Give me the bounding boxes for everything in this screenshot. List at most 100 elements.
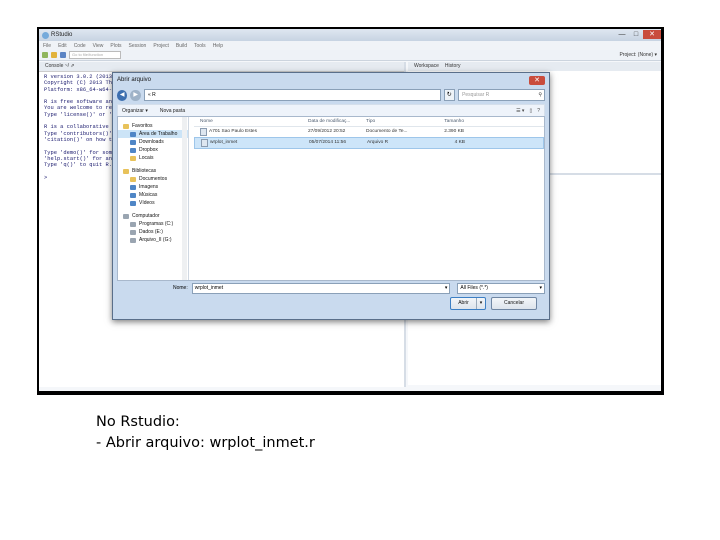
new-file-icon[interactable] bbox=[42, 52, 48, 58]
menu-tools[interactable]: Tools bbox=[194, 43, 206, 49]
computer-icon bbox=[123, 213, 129, 219]
new-folder-button[interactable]: Nova pasta bbox=[160, 108, 185, 114]
path-field[interactable]: « R bbox=[143, 89, 441, 101]
menu-edit[interactable]: Edit bbox=[58, 43, 67, 49]
file-type-value: All Files (*.*) bbox=[460, 284, 488, 291]
column-type[interactable]: Tipo bbox=[366, 117, 430, 126]
nav-music[interactable]: Músicas bbox=[118, 191, 188, 199]
column-date[interactable]: Data de modificaç... bbox=[308, 117, 366, 126]
nav-computer[interactable]: Computador bbox=[118, 212, 188, 220]
filename-label: Nome: bbox=[173, 285, 188, 291]
cancel-button[interactable]: Cancelar bbox=[491, 297, 537, 310]
rstudio-title: RStudio bbox=[51, 32, 73, 38]
nav-drive-c[interactable]: Programas (C:) bbox=[118, 220, 188, 228]
main-toolbar: Go to file/function Project: (None) ▾ bbox=[39, 50, 661, 61]
file-type-select[interactable]: All Files (*.*) ▾ bbox=[457, 282, 545, 294]
workspace-tabs: Workspace History bbox=[408, 62, 661, 71]
filename-input[interactable]: wrplot_inmet ▾ bbox=[191, 282, 451, 294]
chevron-down-icon: ▾ bbox=[539, 284, 542, 291]
menu-code[interactable]: Code bbox=[74, 43, 86, 49]
chevron-down-icon[interactable]: ▾ bbox=[445, 284, 448, 293]
close-window-button[interactable]: ✕ bbox=[643, 30, 661, 39]
videos-icon bbox=[130, 200, 136, 206]
file-type: Arquivo R bbox=[367, 140, 389, 145]
view-controls: ☰ ▾ ▯ ? bbox=[516, 108, 540, 114]
downloads-icon bbox=[130, 139, 136, 145]
forward-arrow-icon[interactable]: ▶ bbox=[130, 89, 141, 101]
dialog-buttons: Abrir ▾ Cancelar bbox=[450, 297, 537, 310]
save-icon[interactable] bbox=[60, 52, 66, 58]
drive-icon bbox=[130, 221, 136, 227]
nav-dropbox[interactable]: Dropbox bbox=[118, 146, 188, 154]
nav-downloads[interactable]: Downloads bbox=[118, 138, 188, 146]
goto-file-input[interactable]: Go to file/function bbox=[69, 51, 121, 59]
project-menu[interactable]: Project: (None) ▾ bbox=[619, 52, 657, 58]
menu-build[interactable]: Build bbox=[176, 43, 187, 49]
search-icon: ⚲ bbox=[538, 92, 542, 98]
music-icon bbox=[130, 192, 136, 198]
caption-line-1: No Rstudio: bbox=[96, 414, 180, 430]
drive-icon bbox=[130, 237, 136, 243]
tab-workspace[interactable]: Workspace bbox=[414, 62, 439, 71]
nav-favorites[interactable]: Favoritos bbox=[118, 122, 188, 130]
filename-value: wrplot_inmet bbox=[194, 284, 224, 291]
preview-pane-icon[interactable]: ▯ bbox=[529, 108, 532, 114]
file-size: 4 KB bbox=[454, 140, 465, 145]
dialog-titlebar: Abrir arquivo ✕ bbox=[113, 73, 549, 87]
rstudio-logo-icon bbox=[42, 31, 49, 39]
refresh-icon[interactable]: ↻ bbox=[443, 89, 456, 101]
window-controls: — □ ✕ bbox=[615, 30, 661, 40]
filename-bar: Nome: wrplot_inmet ▾ All Files (*.*) ▾ bbox=[117, 282, 545, 294]
pictures-icon bbox=[130, 184, 136, 190]
nav-pictures[interactable]: Imagens bbox=[118, 183, 188, 191]
menu-plots[interactable]: Plots bbox=[110, 43, 121, 49]
file-date: 27/09/2012 20:52 bbox=[308, 129, 346, 134]
file-type: Documento de Te... bbox=[366, 129, 408, 134]
nav-recent-places[interactable]: Locais bbox=[118, 154, 188, 162]
open-button-label: Abrir bbox=[458, 300, 469, 306]
help-icon[interactable]: ? bbox=[537, 108, 540, 114]
menu-help[interactable]: Help bbox=[213, 43, 223, 49]
maximize-button[interactable]: □ bbox=[629, 30, 643, 39]
open-file-icon[interactable] bbox=[51, 52, 57, 58]
nav-desktop[interactable]: Área de Trabalho bbox=[118, 130, 188, 138]
console-tab[interactable]: Console ~/ ⇗ bbox=[39, 62, 404, 72]
address-bar: ◀ ▶ « R ↻ Pesquisar R ⚲ bbox=[117, 88, 545, 102]
slide-caption: No Rstudio: - Abrir arquivo: wrplot_inme… bbox=[96, 412, 315, 454]
file-list-header: Nome Data de modificaç... Tipo Tamanho bbox=[194, 117, 544, 127]
file-row-selected[interactable]: wrplot_inmet 05/07/2014 11:56 Arquivo R … bbox=[194, 137, 544, 149]
dialog-body: Favoritos Área de Trabalho Downloads Dro… bbox=[117, 116, 545, 281]
nav-documents[interactable]: Documentos bbox=[118, 175, 188, 183]
nav-videos[interactable]: Vídeos bbox=[118, 199, 188, 207]
nav-scrollbar[interactable] bbox=[182, 117, 187, 280]
folder-icon bbox=[130, 155, 136, 161]
open-file-dialog: Abrir arquivo ✕ ◀ ▶ « R ↻ Pesquisar R ⚲ … bbox=[112, 72, 550, 320]
dialog-close-button[interactable]: ✕ bbox=[529, 75, 545, 85]
text-file-icon bbox=[200, 128, 207, 136]
menu-file[interactable]: File bbox=[43, 43, 51, 49]
desktop-icon bbox=[130, 131, 136, 137]
dropbox-icon bbox=[130, 147, 136, 153]
nav-drive-e[interactable]: Dados (E:) bbox=[118, 228, 188, 236]
chevron-down-icon[interactable]: ▾ bbox=[476, 298, 485, 309]
tab-history[interactable]: History bbox=[445, 62, 461, 71]
back-arrow-icon[interactable]: ◀ bbox=[117, 89, 128, 101]
search-input[interactable]: Pesquisar R ⚲ bbox=[458, 89, 545, 101]
file-size: 2.390 KB bbox=[444, 129, 464, 134]
column-name[interactable]: Nome bbox=[194, 117, 308, 126]
r-file-icon bbox=[201, 139, 208, 147]
view-options-icon[interactable]: ☰ ▾ bbox=[516, 108, 524, 114]
star-icon bbox=[123, 123, 129, 129]
nav-drive-g[interactable]: Arquivo_II (G:) bbox=[118, 236, 188, 244]
minimize-button[interactable]: — bbox=[615, 30, 629, 39]
menu-bar: File Edit Code View Plots Session Projec… bbox=[39, 41, 661, 50]
open-button[interactable]: Abrir ▾ bbox=[450, 297, 486, 310]
menu-session[interactable]: Session bbox=[129, 43, 147, 49]
nav-libraries[interactable]: Bibliotecas bbox=[118, 167, 188, 175]
column-size[interactable]: Tamanho bbox=[430, 117, 464, 126]
caption-line-2: - Abrir arquivo: wrplot_inmet.r bbox=[96, 435, 315, 451]
organize-button[interactable]: Organizar ▾ bbox=[122, 108, 148, 114]
menu-project[interactable]: Project bbox=[153, 43, 169, 49]
file-row[interactable]: A701 Sao Paulo Estes 27/09/2012 20:52 Do… bbox=[194, 127, 544, 137]
menu-view[interactable]: View bbox=[93, 43, 104, 49]
